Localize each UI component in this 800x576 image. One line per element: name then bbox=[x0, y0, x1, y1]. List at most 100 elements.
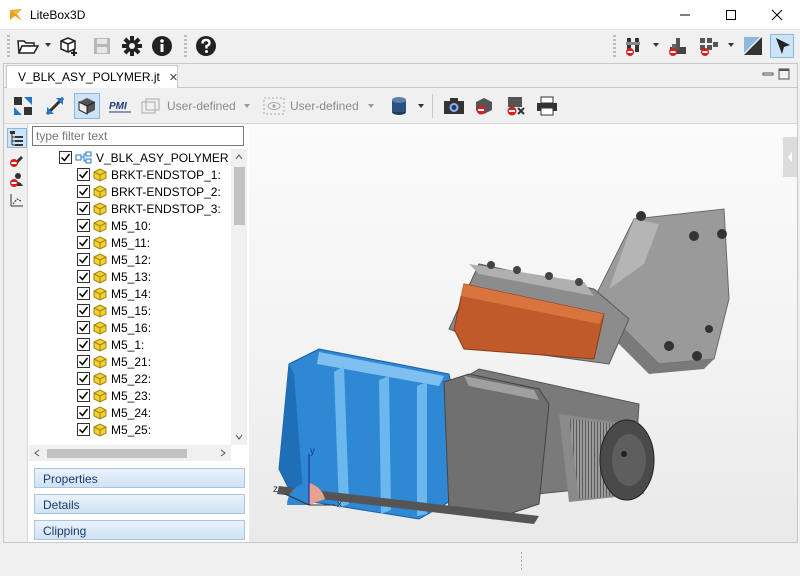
markup-pen-icon[interactable] bbox=[9, 152, 25, 168]
add-model-icon[interactable] bbox=[57, 34, 81, 58]
tree-item[interactable]: BRKT-ENDSTOP_2: bbox=[29, 183, 229, 200]
details-section[interactable]: Details bbox=[34, 494, 245, 514]
minimize-view-icon[interactable] bbox=[761, 67, 775, 81]
view-preset-2-label[interactable]: User-defined bbox=[290, 99, 359, 113]
view-preset-2-dropdown-icon[interactable] bbox=[368, 104, 374, 108]
explode-grid-icon[interactable] bbox=[697, 34, 721, 58]
tree-checkbox[interactable] bbox=[77, 270, 90, 283]
clipping-section[interactable]: Clipping bbox=[34, 520, 245, 540]
tree-checkbox[interactable] bbox=[77, 287, 90, 300]
maximize-view-icon[interactable] bbox=[777, 67, 791, 81]
tree-item[interactable]: M5_16: bbox=[29, 319, 229, 336]
material-dropdown-icon[interactable] bbox=[418, 104, 424, 108]
minimize-button[interactable] bbox=[662, 0, 708, 30]
open-dropdown-arrow-icon[interactable] bbox=[45, 43, 51, 47]
properties-section[interactable]: Properties bbox=[34, 468, 245, 488]
tab-label: V_BLK_ASY_POLYMER.jt bbox=[18, 70, 160, 84]
pmi-icon[interactable]: PMI bbox=[107, 93, 133, 119]
tree-item[interactable]: BRKT-ENDSTOP_3: bbox=[29, 200, 229, 217]
tree-item[interactable]: M5_10: bbox=[29, 217, 229, 234]
tree-checkbox[interactable] bbox=[77, 219, 90, 232]
measure-icon[interactable] bbox=[622, 34, 646, 58]
tree-checkbox[interactable] bbox=[77, 202, 90, 215]
material-cylinder-icon[interactable] bbox=[386, 93, 412, 119]
tree-checkbox[interactable] bbox=[77, 304, 90, 317]
scroll-thumb[interactable] bbox=[234, 167, 245, 225]
tree-checkbox[interactable] bbox=[77, 185, 90, 198]
tree-vertical-scrollbar[interactable] bbox=[231, 149, 247, 445]
tree-filter-input[interactable] bbox=[32, 126, 244, 146]
scroll-up-icon[interactable] bbox=[235, 153, 243, 161]
model-tree-icon[interactable] bbox=[7, 128, 27, 148]
tree-item[interactable]: M5_12: bbox=[29, 251, 229, 268]
scroll-down-icon[interactable] bbox=[235, 433, 243, 441]
tree-checkbox[interactable] bbox=[77, 389, 90, 402]
save-icon[interactable] bbox=[90, 34, 114, 58]
remove-part-icon[interactable] bbox=[502, 93, 528, 119]
scroll-thumb[interactable] bbox=[47, 449, 187, 458]
model-tree-panel: V_BLK_ASY_POLYMER BRKT-ENDSTOP_1: BRKT-END… bbox=[29, 124, 247, 542]
crop-view-icon[interactable] bbox=[741, 34, 765, 58]
toolbar-grip[interactable] bbox=[184, 35, 187, 57]
model-tree: V_BLK_ASY_POLYMER BRKT-ENDSTOP_1: BRKT-END… bbox=[29, 149, 229, 445]
tree-checkbox[interactable] bbox=[77, 355, 90, 368]
view-preset-1-icon[interactable] bbox=[138, 93, 164, 119]
tree-item[interactable]: M5_14: bbox=[29, 285, 229, 302]
window-title: LiteBox3D bbox=[30, 8, 86, 22]
part-cube-icon bbox=[93, 388, 107, 403]
shaded-view-icon[interactable] bbox=[74, 93, 100, 119]
chevron-left-icon[interactable] bbox=[783, 137, 797, 177]
toolbar-grip[interactable] bbox=[7, 35, 10, 57]
toolbar-grip[interactable] bbox=[613, 35, 616, 57]
select-arrow-icon[interactable] bbox=[770, 34, 794, 58]
open-folder-icon[interactable] bbox=[16, 34, 40, 58]
tree-checkbox[interactable] bbox=[77, 338, 90, 351]
view-preset-1-dropdown-icon[interactable] bbox=[244, 104, 250, 108]
collapse-panel-tab[interactable] bbox=[783, 137, 797, 177]
view-preset-1-label[interactable]: User-defined bbox=[167, 99, 236, 113]
measurement-list-icon[interactable] bbox=[9, 192, 25, 208]
view-preset-2-icon[interactable] bbox=[261, 93, 287, 119]
tree-checkbox[interactable] bbox=[59, 151, 72, 164]
hide-part-icon[interactable] bbox=[471, 93, 497, 119]
tab-model-file[interactable]: V_BLK_ASY_POLYMER.jt ✕ bbox=[6, 65, 178, 88]
info-icon[interactable] bbox=[150, 34, 174, 58]
fit-all-icon[interactable] bbox=[42, 93, 68, 119]
tree-item[interactable]: M5_21: bbox=[29, 353, 229, 370]
tree-checkbox[interactable] bbox=[77, 372, 90, 385]
tree-checkbox[interactable] bbox=[77, 423, 90, 436]
scroll-right-icon[interactable] bbox=[219, 449, 227, 457]
tree-checkbox[interactable] bbox=[77, 168, 90, 181]
tree-checkbox[interactable] bbox=[77, 321, 90, 334]
tree-item[interactable]: M5_23: bbox=[29, 387, 229, 404]
help-icon[interactable] bbox=[194, 34, 218, 58]
close-button[interactable] bbox=[754, 0, 800, 30]
tree-item[interactable]: M5_24: bbox=[29, 404, 229, 421]
screenshot-camera-icon[interactable] bbox=[441, 93, 467, 119]
tree-item[interactable]: M5_11: bbox=[29, 234, 229, 251]
tree-item[interactable]: BRKT-ENDSTOP_1: bbox=[29, 166, 229, 183]
explode-dropdown-arrow-icon[interactable] bbox=[728, 43, 734, 47]
3d-viewport[interactable]: y x z bbox=[249, 124, 797, 542]
tree-checkbox[interactable] bbox=[77, 236, 90, 249]
tree-item-label: M5_15: bbox=[111, 303, 152, 318]
tree-checkbox[interactable] bbox=[77, 406, 90, 419]
user-annotations-icon[interactable] bbox=[9, 172, 25, 188]
3d-model-render[interactable]: y x z bbox=[249, 124, 797, 542]
settings-gear-icon[interactable] bbox=[120, 34, 144, 58]
maximize-button[interactable] bbox=[708, 0, 754, 30]
measure-dropdown-arrow-icon[interactable] bbox=[653, 43, 659, 47]
tree-checkbox[interactable] bbox=[77, 253, 90, 266]
tree-item[interactable]: M5_22: bbox=[29, 370, 229, 387]
tab-close-icon[interactable]: ✕ bbox=[169, 71, 178, 84]
print-icon[interactable] bbox=[534, 93, 560, 119]
tree-item[interactable]: M5_15: bbox=[29, 302, 229, 319]
scroll-left-icon[interactable] bbox=[33, 449, 41, 457]
section-plane-icon[interactable] bbox=[666, 34, 690, 58]
tree-horizontal-scrollbar[interactable] bbox=[29, 445, 231, 461]
tree-item[interactable]: M5_25: bbox=[29, 421, 229, 438]
tree-root-item[interactable]: V_BLK_ASY_POLYMER bbox=[29, 149, 229, 166]
tree-item[interactable]: M5_1: bbox=[29, 336, 229, 353]
explode-view-icon[interactable] bbox=[10, 93, 36, 119]
tree-item[interactable]: M5_13: bbox=[29, 268, 229, 285]
